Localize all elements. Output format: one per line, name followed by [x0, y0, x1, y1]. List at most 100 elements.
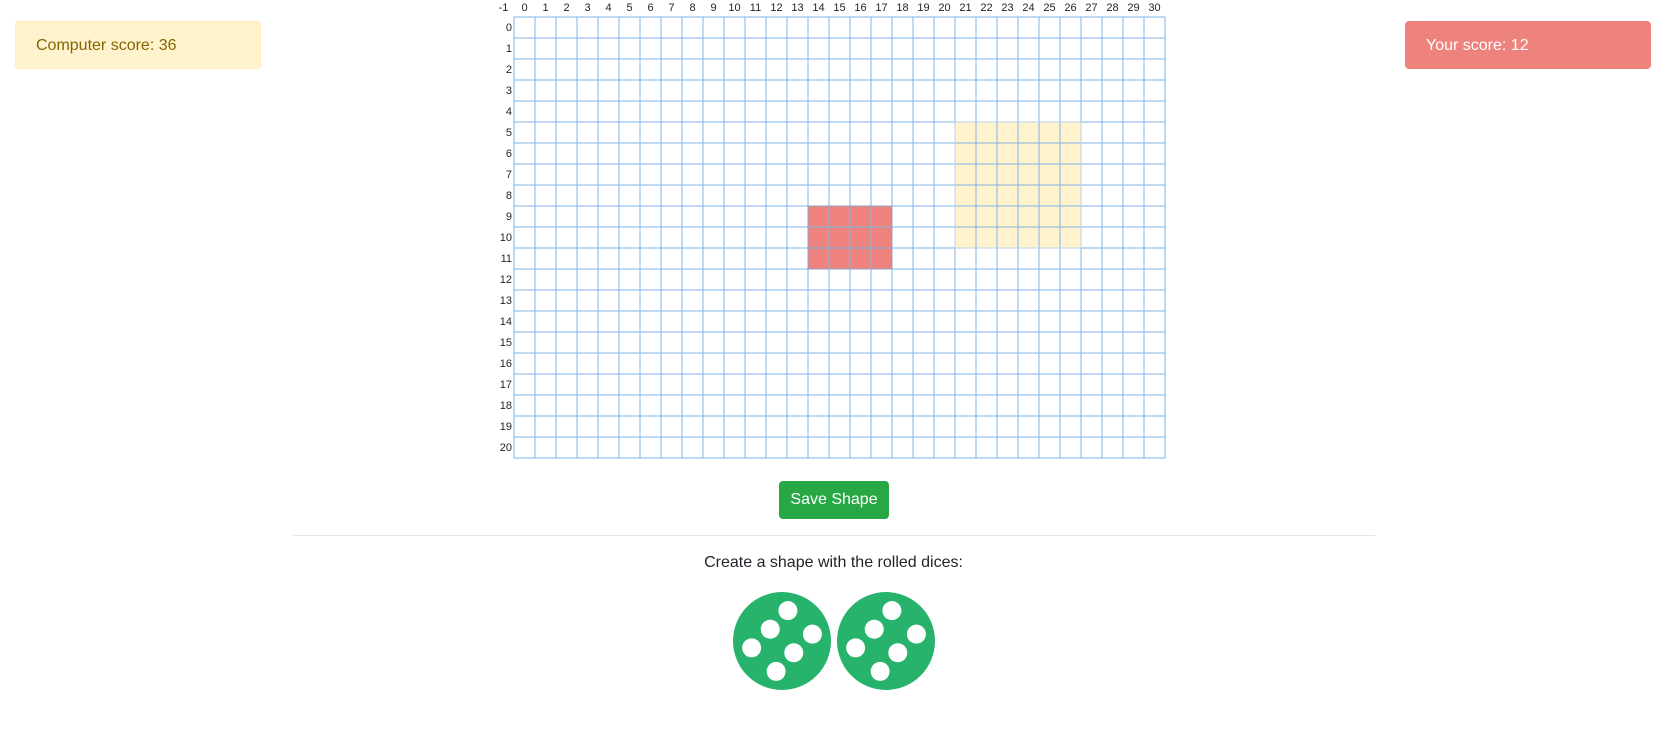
grid-cell[interactable] — [555, 289, 578, 312]
grid-cell[interactable] — [786, 163, 809, 186]
grid-cell[interactable] — [513, 184, 536, 207]
grid-cell[interactable] — [807, 100, 830, 123]
grid-cell[interactable] — [702, 247, 725, 270]
grid-cell[interactable] — [639, 100, 662, 123]
grid-cell[interactable] — [912, 58, 935, 81]
grid-cell[interactable] — [828, 352, 851, 375]
grid-cell[interactable] — [765, 226, 788, 249]
grid-cell[interactable] — [1038, 310, 1061, 333]
grid-cell[interactable] — [1059, 37, 1082, 60]
grid-cell[interactable] — [576, 58, 599, 81]
grid-cell[interactable] — [576, 163, 599, 186]
grid-cell[interactable] — [744, 373, 767, 396]
grid-cell[interactable] — [1143, 121, 1166, 144]
grid-cell[interactable] — [870, 331, 893, 354]
grid-cell[interactable] — [786, 79, 809, 102]
grid-cell[interactable] — [1122, 310, 1145, 333]
grid-cell[interactable] — [870, 373, 893, 396]
grid-cell[interactable] — [744, 163, 767, 186]
grid-cell[interactable] — [1017, 436, 1040, 459]
grid-cell[interactable] — [639, 37, 662, 60]
grid-cell[interactable] — [891, 79, 914, 102]
grid-cell[interactable] — [1101, 247, 1124, 270]
grid-cell[interactable] — [513, 436, 536, 459]
grid-cell[interactable] — [912, 226, 935, 249]
grid-cell[interactable] — [765, 79, 788, 102]
grid-cell[interactable] — [1038, 79, 1061, 102]
grid-cell[interactable] — [597, 331, 620, 354]
grid-cell[interactable] — [702, 415, 725, 438]
grid-cell[interactable] — [954, 289, 977, 312]
grid-cell[interactable] — [597, 289, 620, 312]
grid-cell[interactable] — [933, 142, 956, 165]
grid-cell[interactable] — [786, 289, 809, 312]
grid-cell[interactable] — [702, 268, 725, 291]
grid-cell[interactable] — [555, 184, 578, 207]
grid-cell[interactable] — [996, 436, 1019, 459]
grid-cell[interactable] — [1143, 79, 1166, 102]
grid-cell[interactable] — [1143, 226, 1166, 249]
grid-cell[interactable] — [912, 16, 935, 39]
grid-cell[interactable] — [702, 121, 725, 144]
grid-cell[interactable] — [786, 58, 809, 81]
grid-cell[interactable] — [639, 226, 662, 249]
grid-cell[interactable] — [1143, 352, 1166, 375]
grid-cell[interactable] — [870, 268, 893, 291]
grid-cell[interactable] — [534, 79, 557, 102]
grid-cell[interactable] — [1101, 100, 1124, 123]
grid-cell[interactable] — [597, 121, 620, 144]
grid-cell[interactable] — [933, 310, 956, 333]
grid-cell[interactable] — [1038, 394, 1061, 417]
grid-cell[interactable] — [933, 247, 956, 270]
grid-cell[interactable] — [1122, 100, 1145, 123]
grid-cell[interactable] — [702, 163, 725, 186]
grid-cell[interactable] — [1080, 100, 1103, 123]
grid-cell[interactable] — [1101, 415, 1124, 438]
grid-cell[interactable] — [954, 268, 977, 291]
grid-cell[interactable] — [912, 436, 935, 459]
grid-cell[interactable] — [912, 415, 935, 438]
grid-cell[interactable] — [870, 142, 893, 165]
grid-cell[interactable] — [1017, 331, 1040, 354]
grid-cell[interactable] — [1080, 79, 1103, 102]
grid-cell[interactable] — [723, 226, 746, 249]
grid-cell[interactable] — [996, 289, 1019, 312]
grid-cell[interactable] — [1080, 247, 1103, 270]
grid-cell[interactable] — [1017, 247, 1040, 270]
grid-cell[interactable] — [849, 310, 872, 333]
grid-cell[interactable] — [1143, 142, 1166, 165]
grid-cell[interactable] — [1101, 205, 1124, 228]
grid-cell[interactable] — [1080, 394, 1103, 417]
grid-cell[interactable] — [1059, 58, 1082, 81]
die[interactable] — [837, 592, 935, 690]
grid-cell[interactable] — [912, 289, 935, 312]
grid-cell[interactable] — [1059, 247, 1082, 270]
grid-cell[interactable] — [513, 163, 536, 186]
grid-cell[interactable] — [933, 226, 956, 249]
grid-cell[interactable] — [1038, 100, 1061, 123]
grid-cell[interactable] — [597, 37, 620, 60]
grid-cell[interactable] — [660, 310, 683, 333]
grid-cell[interactable] — [996, 16, 1019, 39]
grid-cell[interactable] — [975, 100, 998, 123]
grid-cell[interactable] — [828, 184, 851, 207]
grid-cell[interactable] — [1122, 331, 1145, 354]
grid-cell[interactable] — [555, 331, 578, 354]
grid-cell[interactable] — [1038, 331, 1061, 354]
grid-cell[interactable] — [1038, 58, 1061, 81]
grid-cell[interactable] — [954, 16, 977, 39]
grid-cell[interactable] — [576, 352, 599, 375]
grid-cell[interactable] — [954, 436, 977, 459]
grid-cell[interactable] — [786, 247, 809, 270]
grid-cell[interactable] — [1143, 16, 1166, 39]
grid-cell[interactable] — [849, 184, 872, 207]
grid-cell[interactable] — [1080, 226, 1103, 249]
grid-cell[interactable] — [660, 247, 683, 270]
grid-cell[interactable] — [702, 289, 725, 312]
grid-cell[interactable] — [765, 163, 788, 186]
grid-cell[interactable] — [681, 16, 704, 39]
grid-cell[interactable] — [723, 436, 746, 459]
grid-cell[interactable] — [534, 289, 557, 312]
grid-cell[interactable] — [639, 247, 662, 270]
grid-cell[interactable] — [597, 268, 620, 291]
